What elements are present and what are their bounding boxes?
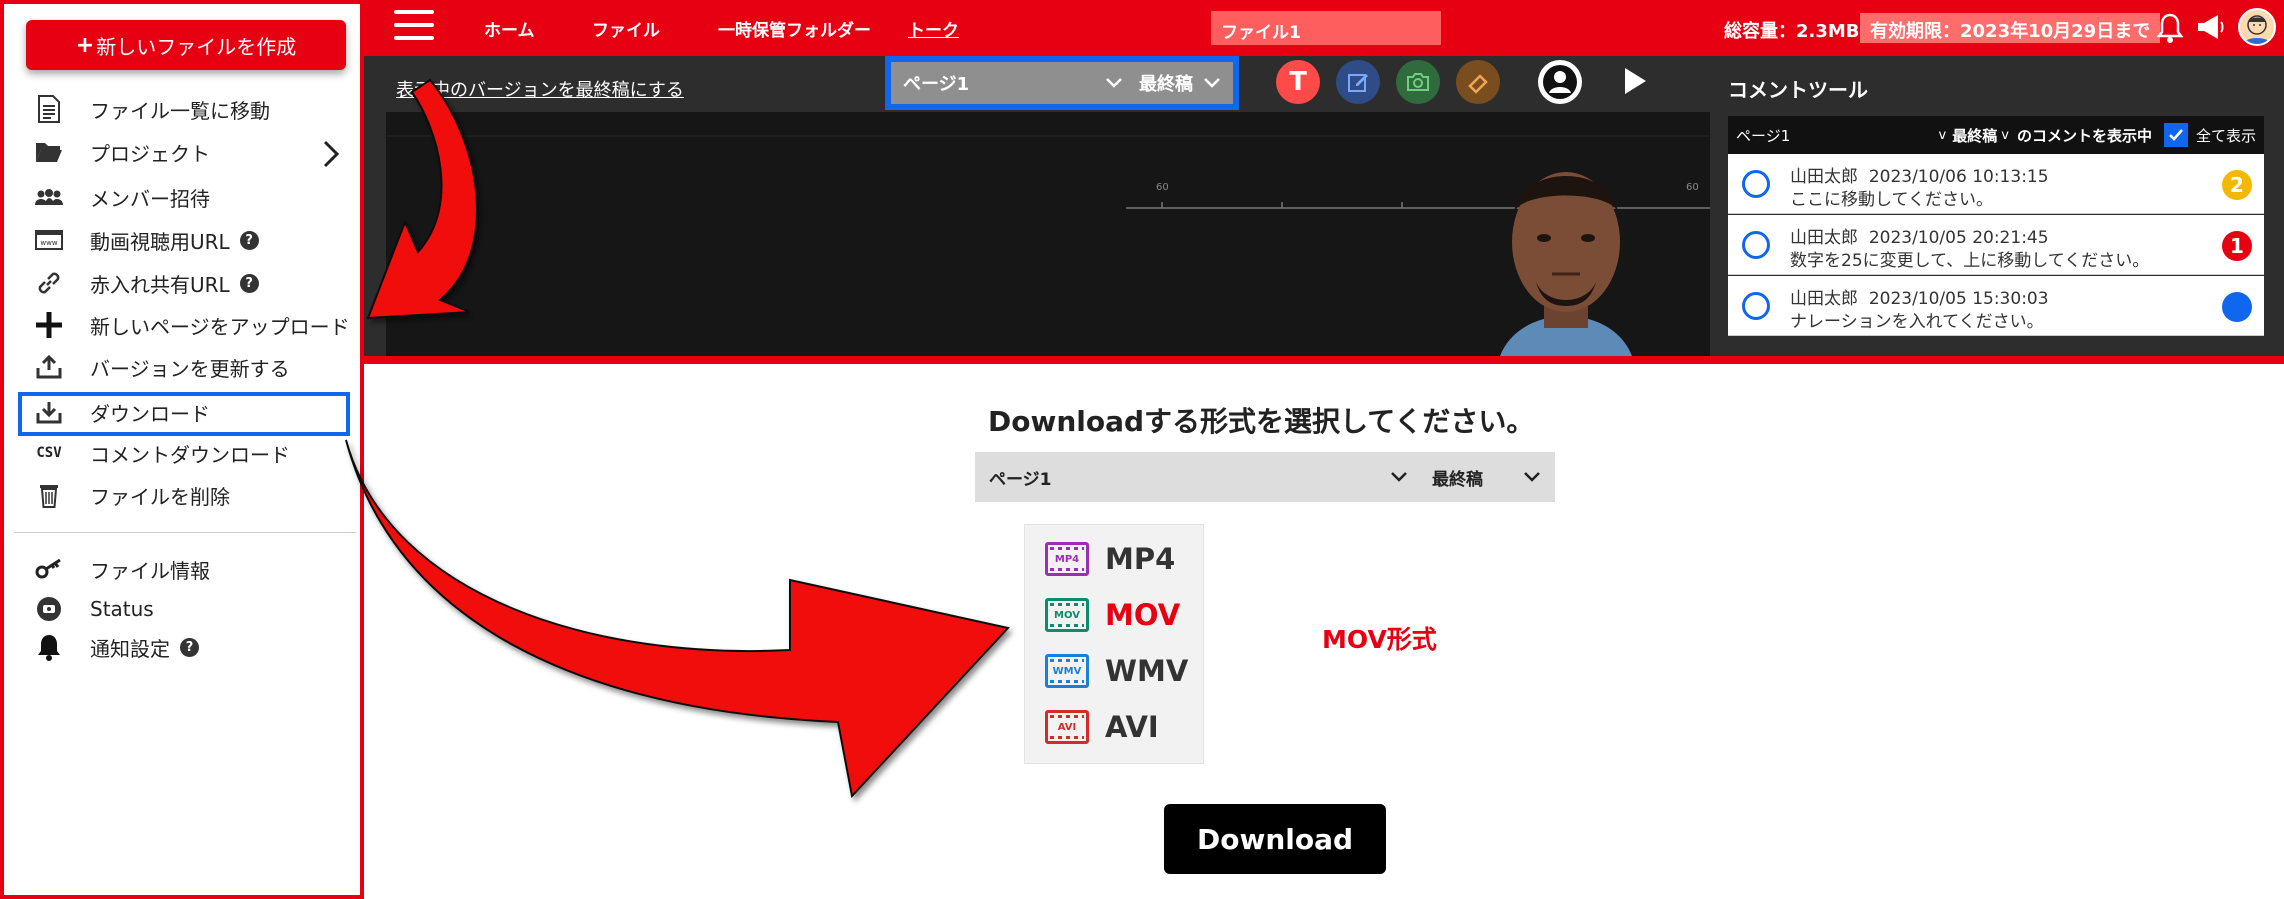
download-dialog: Downloadする形式を選択してください。 ページ1 最終稿 MP4 MP4 … bbox=[364, 356, 2284, 899]
show-all-label: 全て表示 bbox=[2195, 126, 2256, 145]
sidebar-item-project[interactable]: プロジェクト bbox=[34, 133, 210, 171]
bell-icon bbox=[34, 632, 64, 662]
download-highlight-box bbox=[18, 392, 350, 436]
help-icon[interactable]: ? bbox=[239, 273, 259, 293]
divider bbox=[14, 532, 356, 533]
nav-home[interactable]: ホーム bbox=[484, 16, 535, 41]
chevron-down-icon[interactable]: v bbox=[1939, 128, 1947, 143]
dialog-version-value[interactable]: 最終稿 bbox=[1432, 465, 1483, 490]
comment-filter-suffix: のコメントを表示中 bbox=[2016, 126, 2152, 145]
download-button[interactable]: Download bbox=[1164, 804, 1386, 874]
user-avatar[interactable] bbox=[2238, 8, 2276, 46]
comment-row[interactable]: 山田太郎 2023/10/06 10:13:15 ここに移動してください。 2 bbox=[1728, 154, 2264, 214]
megaphone-icon[interactable] bbox=[2196, 12, 2226, 42]
nav-talk[interactable]: トーク bbox=[908, 16, 959, 41]
help-icon[interactable]: ? bbox=[180, 637, 199, 657]
document-icon bbox=[34, 94, 64, 124]
sidebar-item-status[interactable]: Status bbox=[34, 590, 154, 628]
resolve-circle-icon[interactable] bbox=[1742, 170, 1770, 198]
trash-icon bbox=[34, 480, 64, 510]
top-bar: ホーム ファイル 一時保管フォルダー トーク ファイル1 総容量：2.3MB 有… bbox=[364, 0, 2284, 56]
storage-total: 総容量：2.3MB bbox=[1724, 21, 1860, 42]
comment-filter-bar: ページ1 v 最終稿 v のコメントを表示中 全て表示 bbox=[1728, 116, 2264, 154]
format-list: MP4 MP4 MOV MOV WMV WMV AVI AVI bbox=[1024, 524, 1204, 764]
csv-icon: CSV bbox=[36, 445, 62, 461]
sidebar-item-delete-file[interactable]: ファイルを削除 bbox=[34, 476, 230, 514]
link-icon bbox=[34, 268, 64, 298]
plus-icon: + bbox=[75, 32, 95, 58]
comment-panel: ページ1 v 最終稿 v のコメントを表示中 全て表示 山田太郎 2023/10… bbox=[1728, 56, 2284, 356]
new-file-label: 新しいファイルを作成 bbox=[96, 34, 297, 59]
check-icon bbox=[2169, 129, 2183, 141]
help-icon[interactable]: ? bbox=[239, 230, 259, 250]
group-icon bbox=[34, 182, 64, 212]
sidebar-item-share-url[interactable]: 赤入れ共有URL ? bbox=[34, 264, 259, 302]
chevron-down-icon[interactable] bbox=[1390, 471, 1408, 483]
notification-bell-icon[interactable] bbox=[2156, 12, 2184, 44]
selected-format-note: MOV形式 bbox=[1322, 625, 1437, 654]
folder-open-icon bbox=[34, 137, 64, 167]
sidebar-item-invite-members[interactable]: メンバー招待 bbox=[34, 178, 210, 216]
show-all-checkbox[interactable] bbox=[2163, 123, 2188, 147]
resolve-circle-icon[interactable] bbox=[1742, 292, 1770, 320]
format-option-mov[interactable]: MOV MOV bbox=[1045, 595, 1180, 635]
comment-row[interactable]: 山田太郎 2023/10/05 15:30:03 ナレーションを入れてください。 bbox=[1728, 276, 2264, 336]
format-option-wmv[interactable]: WMV WMV bbox=[1045, 651, 1188, 691]
sidebar-item-file-info[interactable]: ファイル情報 bbox=[34, 550, 210, 588]
chevron-down-icon[interactable]: v bbox=[2001, 128, 2009, 143]
comment-filter-page[interactable]: ページ1 bbox=[1736, 125, 1790, 146]
comment-number-badge: 2 bbox=[2222, 170, 2252, 200]
sidebar-item-update-version[interactable]: バージョンを更新する bbox=[34, 348, 290, 386]
nav-file[interactable]: ファイル bbox=[592, 16, 660, 41]
plus-icon bbox=[34, 310, 64, 340]
video-file-icon: AVI bbox=[1045, 710, 1089, 744]
expiry-badge: 有効期限：2023年10月29日まで bbox=[1860, 13, 2161, 43]
sidebar-item-upload-page[interactable]: 新しいページをアップロード bbox=[34, 306, 350, 344]
new-file-button[interactable]: + 新しいファイルを作成 bbox=[26, 20, 346, 70]
video-file-icon: WMV bbox=[1045, 654, 1089, 688]
format-option-avi[interactable]: AVI AVI bbox=[1045, 707, 1159, 747]
chevron-down-icon[interactable] bbox=[1523, 471, 1541, 483]
hamburger-menu-icon[interactable] bbox=[394, 10, 434, 44]
key-icon bbox=[34, 554, 64, 584]
nav-temp-folder[interactable]: 一時保管フォルダー bbox=[718, 16, 871, 41]
status-icon bbox=[34, 594, 64, 624]
sidebar-item-notification-settings[interactable]: 通知設定 ? bbox=[34, 628, 199, 666]
comment-filter-version[interactable]: 最終稿 bbox=[1952, 125, 1997, 146]
comment-number-badge: 1 bbox=[2222, 231, 2252, 261]
chevron-right-icon[interactable] bbox=[322, 140, 340, 168]
dialog-page-version-select[interactable]: ページ1 最終稿 bbox=[975, 452, 1555, 502]
sidebar-item-comment-download[interactable]: CSV コメントダウンロード bbox=[34, 434, 290, 472]
dialog-title: Downloadする形式を選択してください。 bbox=[988, 405, 1535, 438]
comment-tool-area: コメントツール ページ1 v 最終稿 v のコメントを表示中 全て表示 山田太郎… bbox=[364, 56, 2284, 356]
video-file-icon: MP4 bbox=[1045, 542, 1089, 576]
comment-row[interactable]: 山田太郎 2023/10/05 20:21:45 数字を25に変更して、上に移動… bbox=[1728, 215, 2264, 275]
sidebar-item-file-list[interactable]: ファイル一覧に移動 bbox=[34, 90, 270, 128]
dialog-page-value[interactable]: ページ1 bbox=[989, 465, 1052, 490]
file-name-field[interactable]: ファイル1 bbox=[1211, 11, 1441, 45]
resolve-circle-icon[interactable] bbox=[1742, 231, 1770, 259]
upload-icon bbox=[34, 352, 64, 382]
sidebar: + 新しいファイルを作成 ファイル一覧に移動 プロジェクト メンバー招待 www… bbox=[0, 0, 364, 899]
format-option-mp4[interactable]: MP4 MP4 bbox=[1045, 539, 1175, 579]
comment-number-badge bbox=[2222, 292, 2252, 322]
svg-text:www: www bbox=[40, 239, 57, 247]
video-file-icon: MOV bbox=[1045, 598, 1089, 632]
video-url-icon: www bbox=[34, 225, 64, 255]
sidebar-item-video-url[interactable]: www 動画視聴用URL ? bbox=[34, 221, 259, 259]
